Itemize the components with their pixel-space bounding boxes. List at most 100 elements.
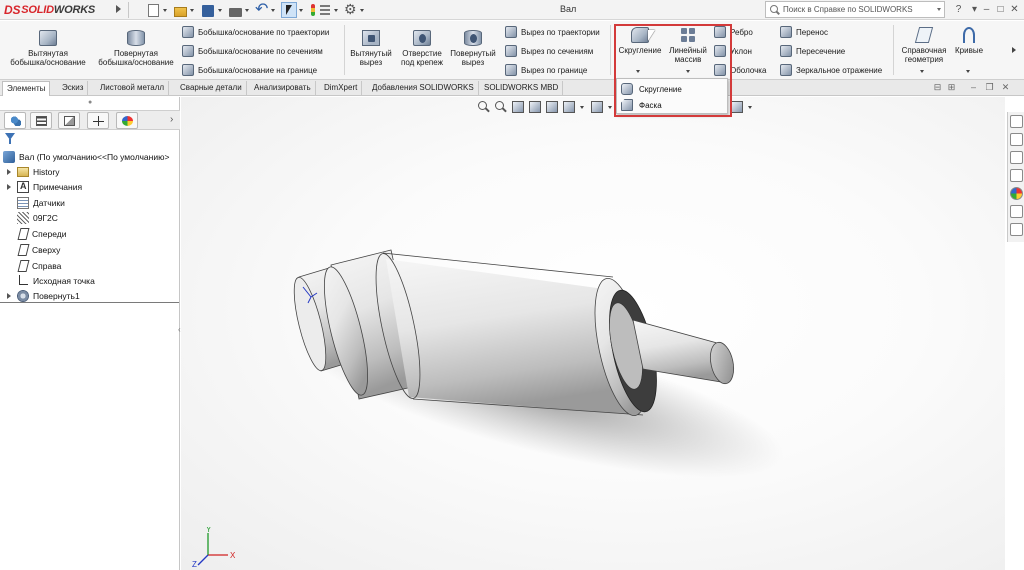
extruded-cut-button[interactable]: Вытянутый вырез xyxy=(348,30,394,67)
view-orientation-dropdown-icon[interactable] xyxy=(580,101,586,113)
rollback-bar[interactable] xyxy=(0,302,179,303)
pattern-dropdown-icon[interactable] xyxy=(686,70,690,73)
intersect-button[interactable]: Пересечение xyxy=(780,45,845,57)
panel-collapse-handle-icon[interactable]: ‹ xyxy=(178,325,183,335)
save-icon[interactable] xyxy=(202,5,214,17)
swept-cut-button[interactable]: Вырез по траектории xyxy=(505,26,600,38)
properties-dropdown-icon[interactable] xyxy=(333,2,340,18)
shell-button[interactable]: Оболочка xyxy=(714,64,766,76)
file-properties-icon[interactable] xyxy=(318,2,332,18)
search-dropdown-icon[interactable] xyxy=(937,8,941,11)
draft-button[interactable]: Уклон xyxy=(714,45,752,57)
tab-solidworks-addins[interactable]: Добавления SOLIDWORKS xyxy=(368,81,479,96)
help-search-input[interactable]: Поиск в Справке по SOLIDWORKS xyxy=(765,1,945,18)
rebuild-traffic-light-icon[interactable] xyxy=(309,2,317,18)
doc-close-icon[interactable]: ✕ xyxy=(1000,82,1011,93)
section-view-icon[interactable] xyxy=(529,101,541,113)
tab-property-manager[interactable] xyxy=(30,112,52,129)
tree-item-material[interactable]: 09Г2С xyxy=(5,211,58,225)
rib-button[interactable]: Ребро xyxy=(714,26,753,38)
tree-item-front-plane[interactable]: Спереди xyxy=(5,227,66,241)
graphics-area[interactable] xyxy=(181,97,1005,570)
solidworks-resources-icon[interactable] xyxy=(1010,115,1023,128)
tile-panel-icon[interactable]: ⊞ xyxy=(946,82,957,93)
tab-sheet-metal[interactable]: Листовой металл xyxy=(96,81,170,96)
options-dropdown-icon[interactable] xyxy=(359,2,366,18)
tree-root-part[interactable]: Вал (По умолчанию<<По умолчанию> xyxy=(3,150,169,164)
save-dropdown-icon[interactable] xyxy=(217,2,224,18)
lofted-cut-button[interactable]: Вырез по сечениям xyxy=(505,45,593,57)
curves-button[interactable]: Кривые xyxy=(952,27,986,55)
monitor-dropdown-icon[interactable] xyxy=(748,101,754,113)
print-dropdown-icon[interactable] xyxy=(244,2,251,18)
display-style-dropdown-icon[interactable] xyxy=(608,101,614,113)
filter-icon[interactable] xyxy=(5,133,15,144)
tree-item-annotations[interactable]: Примечания xyxy=(5,180,82,194)
doc-restore-icon[interactable]: ❐ xyxy=(984,82,995,93)
lofted-boss-button[interactable]: Бобышка/основание по сечениям xyxy=(182,45,323,57)
view-orientation-icon[interactable] xyxy=(563,101,575,113)
tree-item-revolve1[interactable]: Повернуть1 xyxy=(5,289,80,303)
tree-item-origin[interactable]: Исходная точка xyxy=(5,274,95,288)
select-cursor-icon[interactable] xyxy=(281,2,297,18)
menu-item-chamfer[interactable]: Фаска xyxy=(621,98,662,112)
open-dropdown-icon[interactable] xyxy=(189,2,196,18)
fillet-dropdown-icon[interactable] xyxy=(636,70,640,73)
undo-icon[interactable] xyxy=(255,0,269,19)
dynamic-annotation-icon[interactable] xyxy=(546,101,558,113)
menu-expand-arrow-icon[interactable] xyxy=(116,5,121,13)
options-gear-icon[interactable] xyxy=(344,1,358,18)
tree-item-sensors[interactable]: Датчики xyxy=(5,196,65,210)
tab-feature-manager[interactable] xyxy=(4,112,26,129)
previous-view-icon[interactable] xyxy=(512,101,524,113)
hole-wizard-button[interactable]: Отверстие под крепеж xyxy=(396,30,448,67)
ribbon-more-arrow-icon[interactable] xyxy=(1012,47,1016,53)
new-dropdown-icon[interactable] xyxy=(162,2,169,18)
print-icon[interactable] xyxy=(229,7,242,17)
move-button[interactable]: Перенос xyxy=(780,26,828,38)
ref-geometry-dropdown-icon[interactable] xyxy=(920,70,924,73)
close-icon[interactable]: ✕ xyxy=(1008,3,1021,16)
swept-boss-button[interactable]: Бобышка/основание по траектории xyxy=(182,26,329,38)
new-document-icon[interactable] xyxy=(148,4,159,17)
fillet-button[interactable]: Скругление xyxy=(616,27,664,55)
minimize-icon[interactable]: – xyxy=(980,3,993,16)
tab-weldments[interactable]: Сварные детали xyxy=(176,81,247,96)
panel-grip-icon[interactable]: ● xyxy=(88,99,92,106)
menu-item-fillet[interactable]: Скругление xyxy=(621,82,682,96)
view-palette-icon[interactable] xyxy=(1010,169,1023,182)
tab-display-manager[interactable] xyxy=(116,112,138,129)
extruded-boss-button[interactable]: Вытянутая бобышка/основание xyxy=(10,30,86,67)
linear-pattern-button[interactable]: Линейный массив xyxy=(666,27,710,64)
tab-sketch[interactable]: Эскиз xyxy=(58,81,89,96)
expand-arrow-icon[interactable] xyxy=(5,180,13,194)
tree-item-history[interactable]: History xyxy=(5,165,59,179)
forum-icon[interactable] xyxy=(1010,223,1023,236)
select-dropdown-icon[interactable] xyxy=(298,2,305,18)
zoom-to-fit-icon[interactable] xyxy=(478,101,490,113)
undo-dropdown-icon[interactable] xyxy=(270,2,277,18)
tab-solidworks-mbd[interactable]: SOLIDWORKS MBD xyxy=(480,81,564,96)
display-style-icon[interactable] xyxy=(591,101,603,113)
shaft-model[interactable] xyxy=(181,97,1005,570)
appearances-icon[interactable] xyxy=(1010,187,1023,200)
maximize-icon[interactable]: □ xyxy=(994,3,1007,16)
expand-arrow-icon[interactable] xyxy=(5,165,13,179)
doc-minimize-icon[interactable]: – xyxy=(968,82,979,93)
expand-arrow-icon[interactable] xyxy=(5,289,13,303)
mirror-button[interactable]: Зеркальное отражение xyxy=(780,64,882,76)
revolved-boss-button[interactable]: Повернутая бобышка/основание xyxy=(95,30,177,67)
reference-geometry-button[interactable]: Справочная геометрия xyxy=(896,27,952,64)
tab-features[interactable]: Элементы xyxy=(2,81,51,96)
solidworks-logo[interactable]: DS SOLIDWORKS xyxy=(4,2,95,18)
curves-dropdown-icon[interactable] xyxy=(966,70,970,73)
tree-item-top-plane[interactable]: Сверху xyxy=(5,243,60,257)
monitor-display-icon[interactable] xyxy=(731,101,743,113)
tab-configuration-manager[interactable] xyxy=(58,112,80,129)
file-explorer-icon[interactable] xyxy=(1010,151,1023,164)
restore-panel-icon[interactable]: ⊟ xyxy=(932,82,943,93)
tab-dimxpert-manager[interactable] xyxy=(87,112,109,129)
zoom-to-area-icon[interactable] xyxy=(495,101,507,113)
boundary-boss-button[interactable]: Бобышка/основание на границе xyxy=(182,64,317,76)
help-question-icon[interactable]: ? xyxy=(952,3,965,16)
